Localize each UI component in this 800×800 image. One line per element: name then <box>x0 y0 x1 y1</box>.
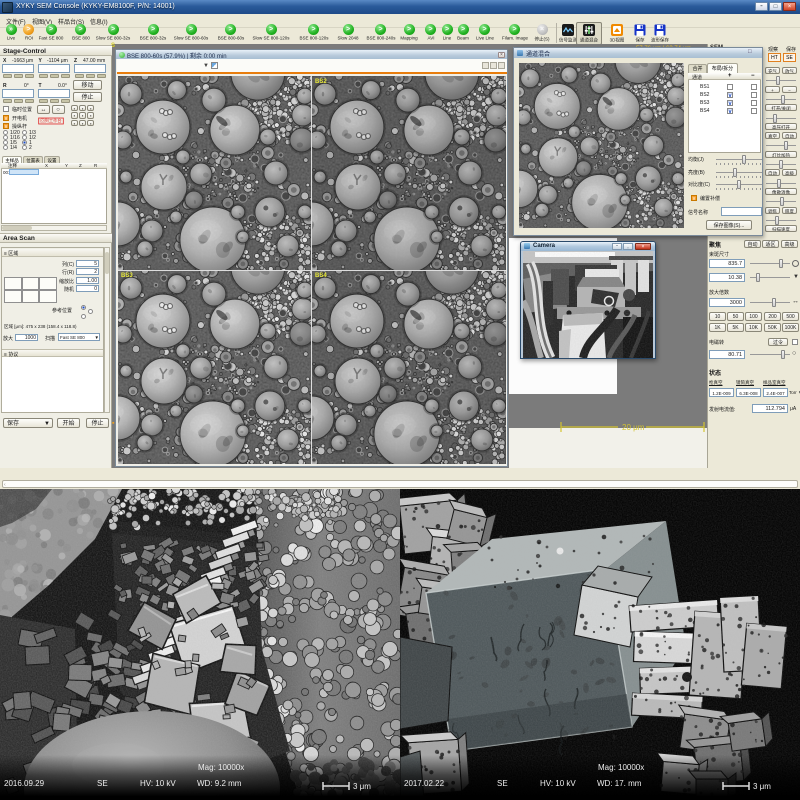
svg-text:3 μm: 3 μm <box>353 782 371 791</box>
svg-text:20 μm: 20 μm <box>622 423 645 432</box>
svg-text:3 μm: 3 μm <box>753 782 771 791</box>
